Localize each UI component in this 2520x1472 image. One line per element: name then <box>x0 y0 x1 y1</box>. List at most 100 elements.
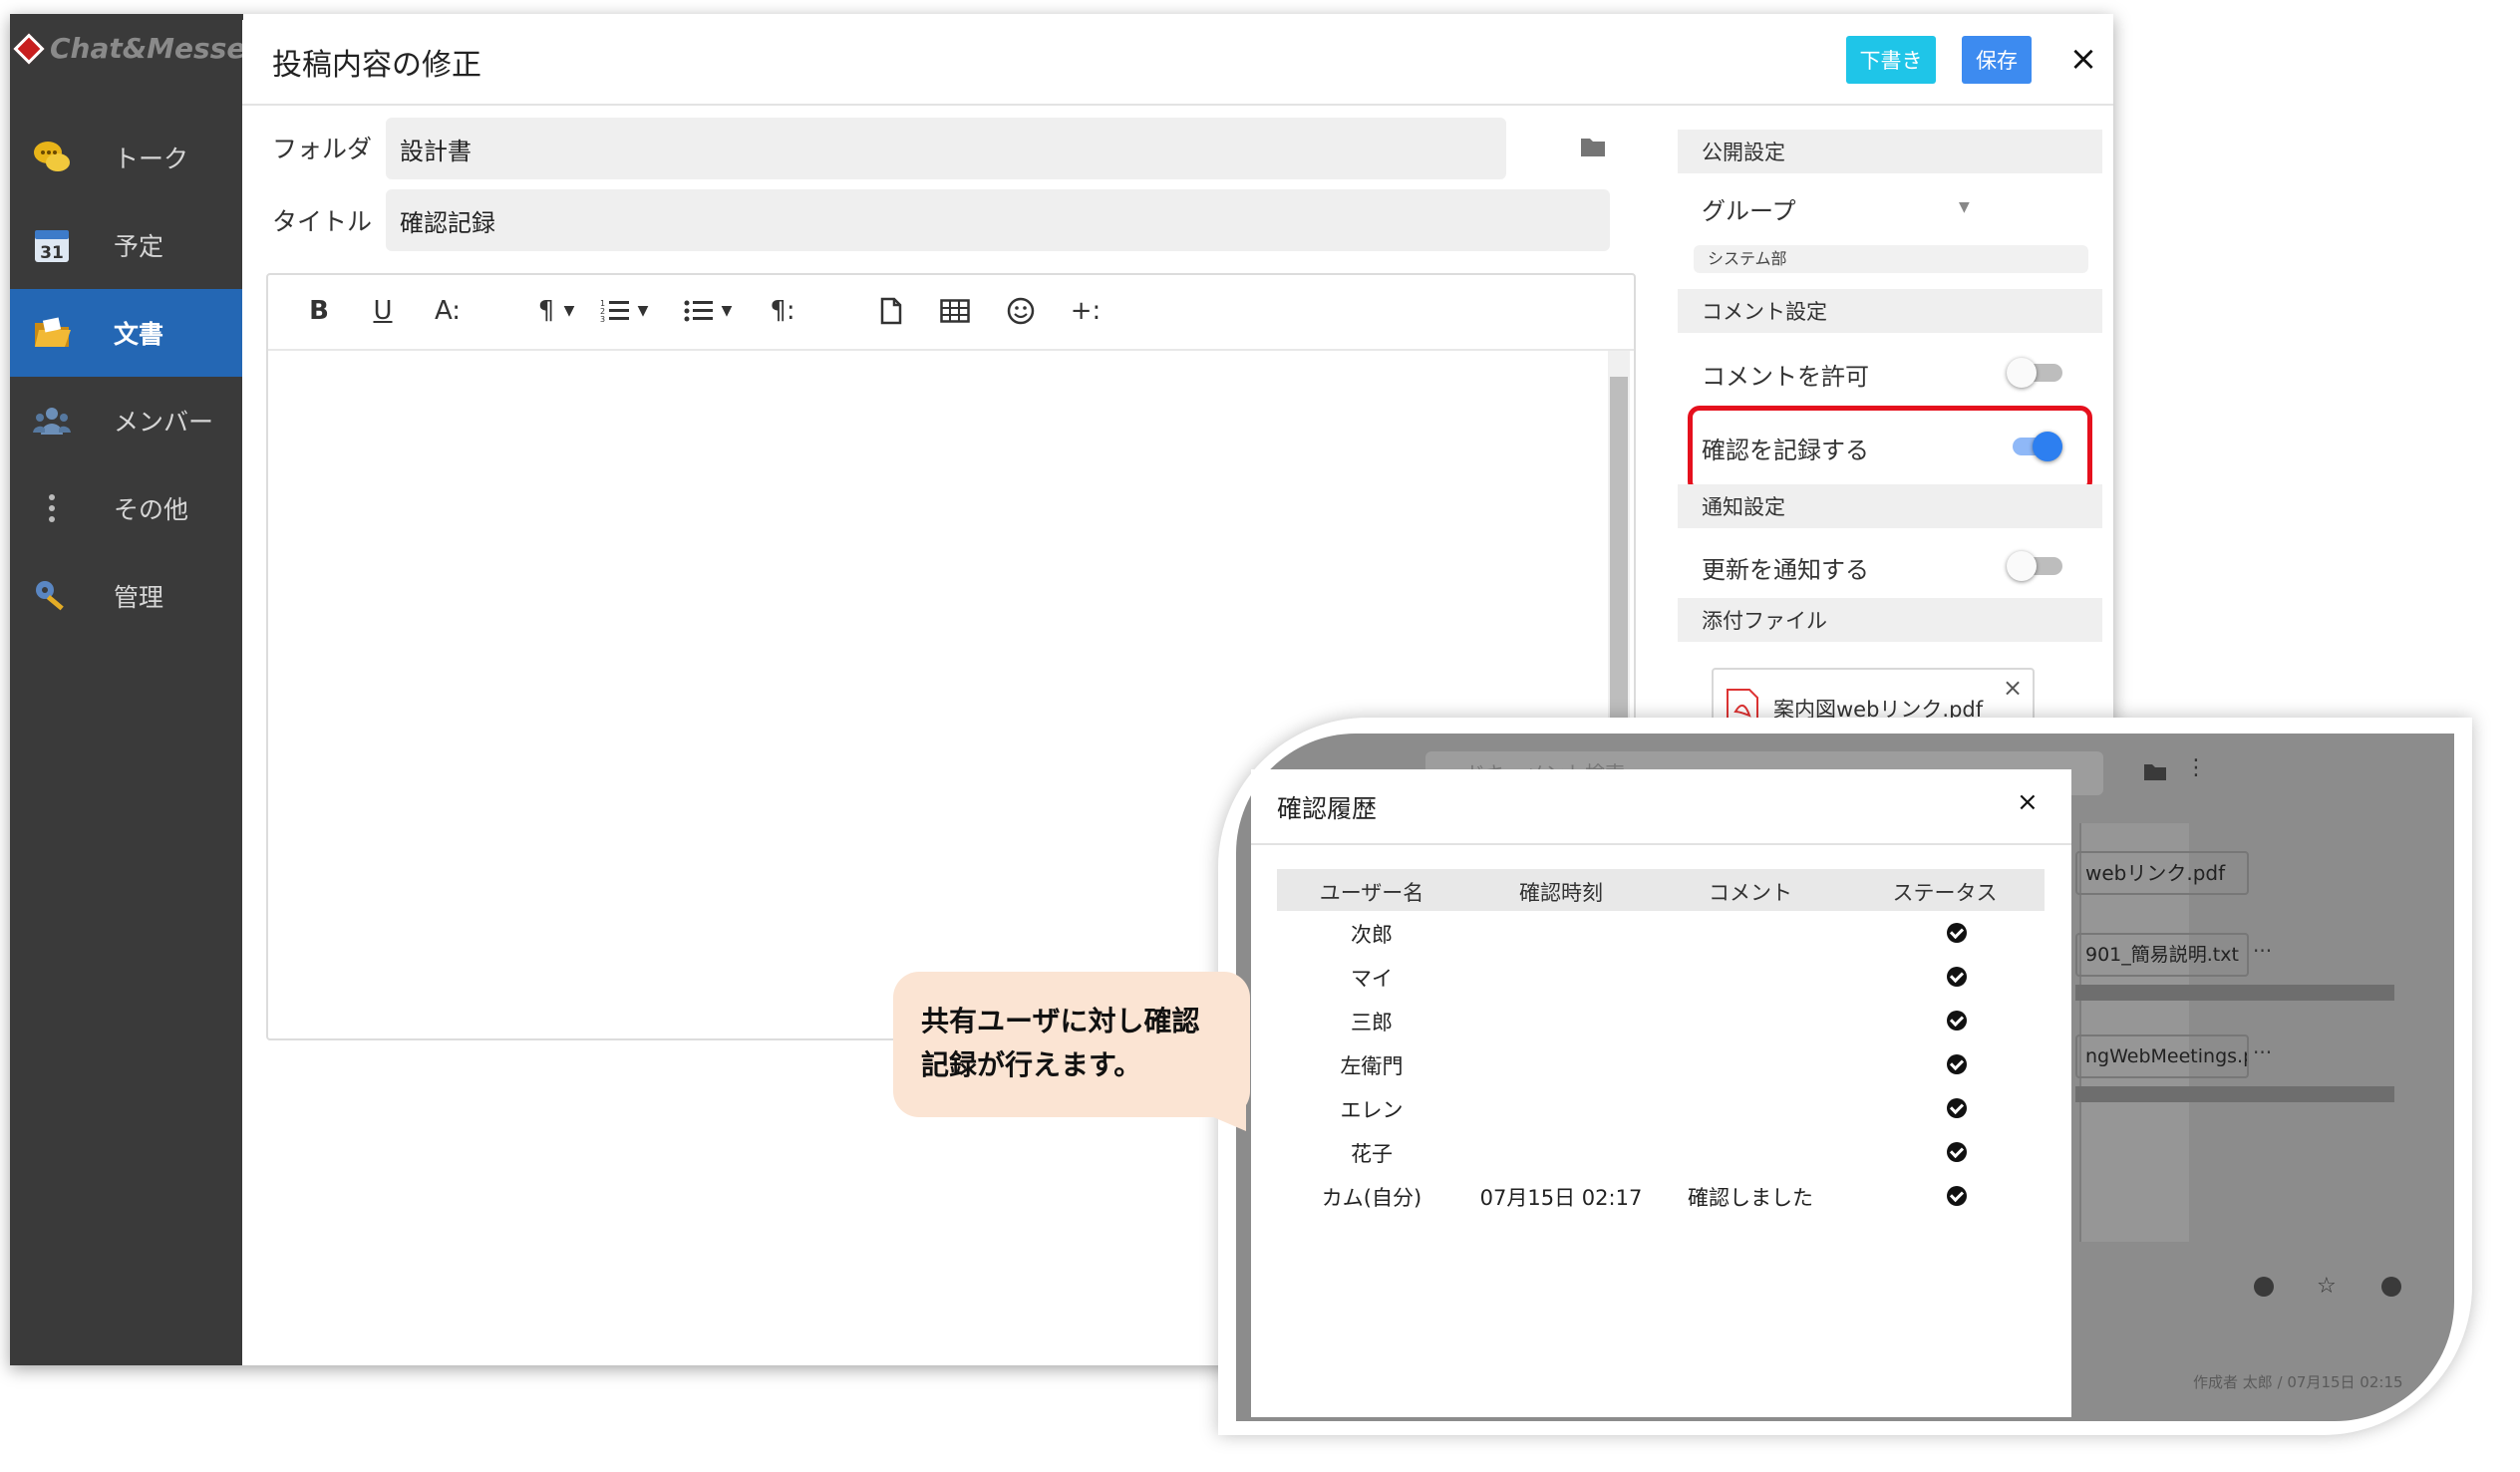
bold-button[interactable]: B <box>304 293 334 329</box>
sidebar-item-admin[interactable]: 管理 <box>10 552 243 640</box>
file-icon[interactable] <box>876 293 906 329</box>
check-circle-icon <box>1947 1186 1967 1206</box>
sidebar-item-label: 管理 <box>114 583 164 612</box>
allow-comment-label: コメントを許可 <box>1702 363 1869 391</box>
folder-field[interactable]: 設計書 <box>386 118 1506 179</box>
file-item[interactable]: webリンク.pdf <box>2075 851 2249 895</box>
check-circle-icon <box>1947 967 1967 987</box>
folder-label: フォルダ <box>272 135 373 163</box>
remove-attachment-icon[interactable]: × <box>2003 674 2023 702</box>
title-label: タイトル <box>272 207 373 236</box>
table-cell-user: 花子 <box>1351 1142 1393 1166</box>
table-cell-time: 07月15日 02:17 <box>1479 1186 1643 1210</box>
logo-diamond-icon <box>13 33 45 65</box>
sidebar-item-schedule[interactable]: 31 予定 <box>10 201 243 289</box>
svg-text:31: 31 <box>40 243 64 263</box>
divider <box>1251 843 2071 845</box>
table-cell-user: マイ <box>1351 967 1393 991</box>
table-cell-user: エレン <box>1340 1098 1404 1122</box>
close-icon[interactable]: × <box>2066 42 2100 76</box>
file-item[interactable]: 901_簡易説明.txt <box>2075 933 2249 977</box>
font-size-button[interactable]: A: <box>428 293 468 329</box>
more-vertical-icon[interactable]: ⋮ <box>2185 755 2207 780</box>
chevron-down-icon[interactable]: ▼ <box>719 293 735 329</box>
bullet-list-icon[interactable] <box>681 293 717 329</box>
sidebar-item-members[interactable]: メンバー <box>10 377 243 464</box>
sidebar-item-documents[interactable]: 文書 <box>10 289 243 377</box>
notify-update-toggle[interactable] <box>2007 551 2062 581</box>
modal-header: 投稿内容の修正 下書き 保存 × <box>242 20 2113 106</box>
calendar-icon: 31 <box>32 225 72 265</box>
confirm-history-dialog: 確認履歴 × ユーザー名 確認時刻 コメント ステータス 次郎 マイ 三郎 左衛門 エレ… <box>1251 769 2071 1417</box>
sidebar-item-other[interactable]: その他 <box>10 464 243 552</box>
chevron-down-icon[interactable]: ▼ <box>1959 199 1970 215</box>
toggle-knob <box>2007 551 2037 581</box>
check-circle-icon <box>1947 1142 1967 1162</box>
callout-line: 共有ユーザに対し確認 <box>921 1005 1200 1037</box>
notify-settings-header: 通知設定 <box>1678 484 2102 528</box>
chat-icon <box>32 138 72 177</box>
table-cell-user: 左衛門 <box>1340 1054 1404 1078</box>
file-item[interactable]: ngWebMeetings.pptx <box>2075 1034 2249 1078</box>
public-settings-header: 公開設定 <box>1678 130 2102 173</box>
file-progress-bar <box>2075 1086 2394 1102</box>
chevron-down-icon[interactable]: ▼ <box>635 293 651 329</box>
dialog-title: 確認履歴 <box>1277 794 1378 823</box>
more-horizontal-icon[interactable]: ··· <box>2253 939 2272 963</box>
sidebar-nav: トーク 31 予定 文書 メンバー その他 管理 <box>10 114 243 640</box>
sidebar-item-label: トーク <box>114 145 189 173</box>
more-horizontal-icon[interactable]: ··· <box>2253 1040 2272 1064</box>
save-button[interactable]: 保存 <box>1962 36 2032 84</box>
folder-open-icon <box>32 313 72 353</box>
sidebar-item-label: その他 <box>114 495 189 524</box>
table-header: ユーザー名 確認時刻 コメント ステータス <box>1277 869 2045 911</box>
title-field[interactable]: 確認記録 <box>386 189 1610 251</box>
table-icon[interactable] <box>938 293 972 329</box>
check-circle-icon <box>1947 1011 1967 1030</box>
sidebar-item-talk[interactable]: トーク <box>10 114 243 201</box>
comment-settings-header: コメント設定 <box>1678 289 2102 333</box>
draft-button[interactable]: 下書き <box>1846 36 1936 84</box>
group-select[interactable]: グループ <box>1702 191 1796 226</box>
column-header-comment: コメント <box>1709 881 1792 905</box>
check-circle-icon[interactable] <box>2253 1276 2275 1302</box>
table-cell-user: 三郎 <box>1351 1011 1393 1034</box>
column-header-time: 確認時刻 <box>1519 881 1603 905</box>
key-icon <box>32 576 72 616</box>
sidebar: Chat&Messen トーク 31 予定 文書 メンバー その他 管理 <box>10 14 265 1365</box>
toggle-knob <box>2007 358 2037 388</box>
column-header-status: ステータス <box>1892 881 1998 905</box>
emoji-icon[interactable] <box>1004 293 1038 329</box>
insert-more-button[interactable]: +: <box>1066 293 1105 329</box>
file-progress-bar <box>2075 985 2394 1001</box>
folder-icon[interactable] <box>2143 761 2167 785</box>
paragraph-format-button[interactable]: ¶: <box>765 293 800 329</box>
allow-comment-toggle[interactable] <box>2007 358 2062 388</box>
close-icon[interactable]: × <box>2017 787 2039 817</box>
folder-icon[interactable] <box>1580 136 1606 161</box>
underline-button[interactable]: U <box>368 293 398 329</box>
info-icon[interactable] <box>2380 1276 2402 1302</box>
check-circle-icon <box>1947 923 1967 943</box>
modal-title: 投稿内容の修正 <box>272 48 481 83</box>
editor-toolbar: B U A: ¶ ▼ 123 ▼ ▼ ¶: +: <box>268 275 1634 351</box>
sidebar-item-label: 予定 <box>114 232 164 261</box>
check-circle-icon <box>1947 1098 1967 1118</box>
svg-text:3: 3 <box>600 315 605 324</box>
highlight-frame <box>1688 406 2092 493</box>
sidebar-item-label: メンバー <box>114 408 214 437</box>
group-tag[interactable]: システム部 <box>1694 245 2088 273</box>
members-icon <box>32 401 72 441</box>
attachments-header: 添付ファイル <box>1678 598 2102 642</box>
sidebar-item-label: 文書 <box>114 320 164 349</box>
callout-text: 共有ユーザに対し確認 記録が行えます。 <box>921 1000 1199 1087</box>
notify-update-label: 更新を通知する <box>1702 556 1869 584</box>
chevron-down-icon[interactable]: ▼ <box>561 293 577 329</box>
check-circle-icon <box>1947 1054 1967 1074</box>
ordered-list-icon[interactable]: 123 <box>597 293 633 329</box>
paragraph-button[interactable]: ¶ <box>531 293 561 329</box>
star-icon[interactable]: ☆ <box>2317 1274 2337 1299</box>
more-vertical-icon <box>32 488 72 528</box>
callout-line: 記録が行えます。 <box>921 1048 1142 1081</box>
table-cell-user: カム(自分) <box>1321 1186 1422 1210</box>
